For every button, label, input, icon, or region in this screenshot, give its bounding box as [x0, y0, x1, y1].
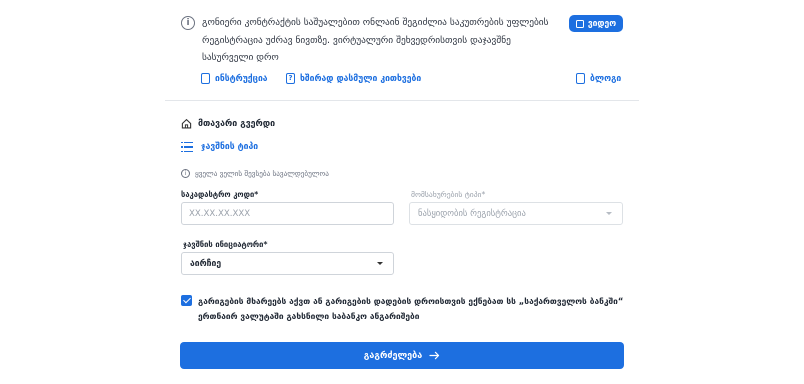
service-type-value: ნასყიდობის რეგისტრაცია — [418, 208, 526, 219]
booking-type-label: ჯავშნის ტიპი — [201, 142, 259, 152]
video-icon — [575, 19, 584, 28]
faq-link-label: ხშირად დასმული კითხვები — [300, 73, 422, 84]
instruction-link-label: ინსტრუქცია — [215, 73, 268, 84]
chevron-down-icon — [606, 212, 612, 215]
blog-link-label: ბლოგი — [590, 73, 622, 84]
cadastral-input[interactable]: XX.XX.XX.XXX — [181, 202, 394, 225]
document-icon — [201, 73, 210, 84]
home-link-label: მთავარი გვერდი — [198, 118, 276, 129]
info-icon: i — [181, 16, 195, 30]
service-type-label: მომსახურების ტიპი* — [411, 190, 486, 199]
consent-checkbox[interactable] — [181, 295, 192, 306]
cadastral-placeholder: XX.XX.XX.XXX — [189, 208, 251, 219]
video-button-label: ვიდეო — [587, 18, 617, 29]
required-note: i ყველა ველის შევსება სავალდებულოა — [181, 169, 329, 178]
question-icon: ? — [286, 73, 295, 84]
initiator-value: აირჩიე — [190, 258, 222, 269]
blog-link[interactable]: ბლოგი — [576, 73, 621, 84]
instruction-link[interactable]: ინსტრუქცია — [201, 73, 268, 84]
continue-button[interactable]: გაგრძელება — [180, 342, 624, 369]
initiator-select[interactable]: აირჩიე — [181, 252, 394, 275]
chevron-down-icon — [377, 262, 383, 265]
consent-text: გარიგების მხარეებს აქვთ ან გარიგების დად… — [198, 296, 624, 321]
info-text: გონიერი კონტრაქტის საშუალებით ონლაინ შეგ… — [202, 17, 549, 63]
required-note-text: ყველა ველის შევსება სავალდებულოა — [195, 169, 329, 178]
faq-link[interactable]: ? ხშირად დასმული კითხვები — [286, 73, 421, 84]
cadastral-label: საკადასტრო კოდი* — [181, 190, 259, 199]
video-button[interactable]: ვიდეო — [569, 15, 623, 32]
home-link[interactable]: მთავარი გვერდი — [181, 118, 275, 129]
booking-type-tab[interactable]: ჯავშნის ტიპი — [181, 142, 259, 153]
service-type-select: ნასყიდობის რეგისტრაცია — [409, 202, 623, 225]
list-icon — [181, 142, 193, 153]
blog-icon — [576, 73, 585, 84]
continue-button-label: გაგრძელება — [363, 350, 423, 361]
initiator-label: ჯავშნის ინიციატორი* — [183, 240, 268, 249]
info-small-icon: i — [181, 169, 190, 178]
home-icon — [181, 118, 192, 129]
divider — [165, 100, 639, 101]
arrow-right-icon — [429, 351, 440, 360]
